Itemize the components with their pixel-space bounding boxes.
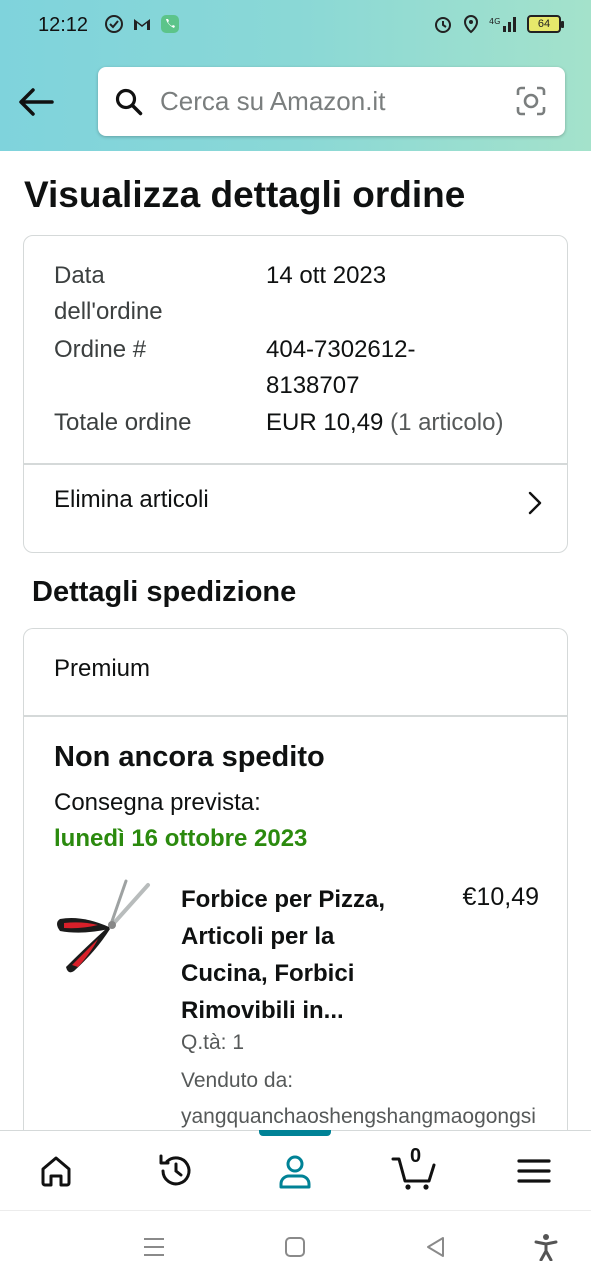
account-icon [279, 1155, 311, 1189]
order-total-value: EUR 10,49 (1 articolo) [266, 405, 503, 441]
product-quantity: Q.tà: 1 [181, 1031, 245, 1054]
product-title-line: Rimovibili in... [181, 997, 344, 1024]
order-total-amount: EUR 10,49 [266, 409, 384, 436]
status-bar: 12:12 4G 64 [0, 0, 591, 52]
status-system-icons: 4G 64 [433, 14, 564, 34]
hamburger-menu-icon [517, 1159, 551, 1183]
nav-cart[interactable]: 0 [390, 1145, 440, 1193]
delivery-date: lunedì 16 ottobre 2023 [54, 825, 308, 852]
order-item-count: (1 articolo) [390, 409, 504, 436]
arrow-left-icon [19, 88, 54, 116]
order-number-value: 404-7302612- 8138707 [266, 332, 415, 404]
order-date-value: 14 ott 2023 [266, 262, 387, 289]
shipping-type: Premium [54, 655, 151, 682]
menu-lines-icon [144, 1238, 164, 1256]
signal-4g-icon: 4G [489, 17, 516, 32]
order-date-label: Data dell'ordine [54, 258, 163, 330]
order-total-label: Totale ordine [54, 409, 192, 436]
svg-text:4G: 4G [489, 17, 500, 26]
gmail-icon [134, 19, 150, 30]
page-title: Visualizza dettagli ordine [24, 174, 466, 215]
divider [24, 715, 567, 717]
accessibility-icon [534, 1234, 558, 1261]
product-price: €10,49 [462, 883, 539, 911]
accessibility-button[interactable] [532, 1233, 560, 1261]
bottom-navigation: 0 [0, 1130, 591, 1210]
camera-scan-icon[interactable] [515, 85, 547, 117]
shipment-status: Non ancora spedito [54, 741, 325, 773]
history-refresh-icon [159, 1154, 191, 1186]
battery-icon: 64 [527, 15, 564, 33]
search-icon [115, 88, 143, 116]
square-home-icon [285, 1237, 305, 1257]
order-number-line1: 404-7302612- [266, 336, 416, 363]
nav-history[interactable] [154, 1149, 198, 1193]
active-tab-indicator [259, 1130, 331, 1136]
order-date-label-line1: Data [54, 262, 105, 289]
order-date-label-line2: dell'ordine [54, 298, 163, 325]
order-number-label: Ordine # [54, 336, 147, 363]
cart-count-badge: 0 [410, 1145, 422, 1167]
location-icon [463, 14, 479, 34]
home-icon [41, 1156, 71, 1187]
system-navigation-bar [0, 1210, 591, 1280]
triangle-back-icon [427, 1237, 444, 1257]
check-circle-icon [105, 15, 123, 33]
status-notification-icons [104, 14, 180, 34]
back-system-button[interactable] [422, 1233, 450, 1261]
alarm-icon [435, 17, 451, 33]
shipment-card: Premium Non ancora spedito Consegna prev… [23, 628, 568, 1168]
home-system-button[interactable] [281, 1233, 309, 1261]
order-summary-card: Data dell'ordine 14 ott 2023 Ordine # 40… [23, 235, 568, 553]
sold-by-label: Venduto da: [181, 1069, 294, 1092]
nav-home[interactable] [34, 1149, 78, 1193]
search-bar[interactable] [98, 67, 565, 136]
delivery-estimate-label: Consegna prevista: [54, 789, 261, 816]
product-title-line: Forbice per Pizza, [181, 886, 386, 913]
product-image[interactable] [52, 879, 158, 985]
status-time: 12:12 [38, 14, 89, 36]
seller-name[interactable]: yangquanchaoshengshangmaogongsi [181, 1105, 536, 1129]
nav-account[interactable] [273, 1149, 317, 1193]
search-input[interactable] [160, 83, 500, 119]
product-title[interactable]: Forbice per Pizza, Articoli per la Cucin… [181, 881, 431, 1029]
shipping-section-title: Dettagli spedizione [32, 576, 297, 608]
chevron-right-icon [528, 491, 542, 515]
product-title-line: Articoli per la [181, 923, 335, 950]
nav-menu[interactable] [512, 1149, 556, 1193]
back-button[interactable] [16, 82, 56, 122]
app-header: 12:12 4G 64 [0, 0, 591, 151]
product-title-line: Cucina, Forbici [181, 960, 355, 987]
phone-app-icon [161, 15, 179, 33]
recents-button[interactable] [140, 1233, 168, 1261]
remove-items-label: Elimina articoli [54, 486, 209, 513]
order-number-line2: 8138707 [266, 372, 360, 399]
remove-items-row[interactable]: Elimina articoli [24, 464, 567, 552]
